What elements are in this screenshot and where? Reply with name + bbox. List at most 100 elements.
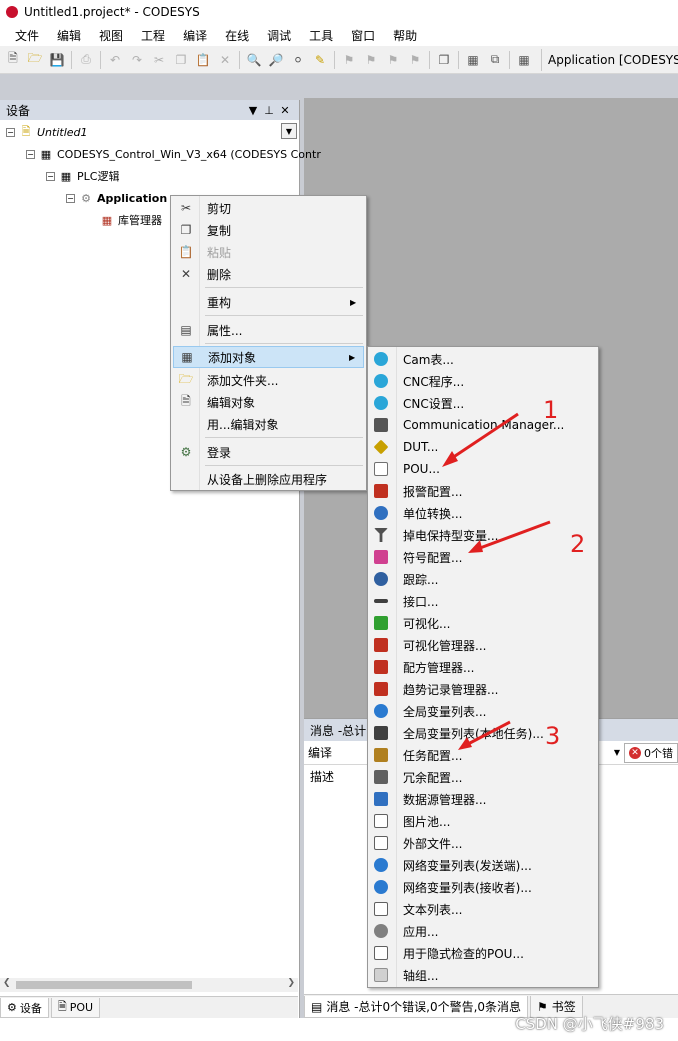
menu-item-refactor[interactable]: 重构 ▶: [173, 291, 364, 313]
menu-item-properties[interactable]: ▤ 属性...: [173, 319, 364, 341]
pin-icon[interactable]: ⊥: [261, 104, 277, 117]
menu-tools[interactable]: 工具: [300, 27, 342, 44]
chevron-down-icon[interactable]: ▼: [614, 748, 620, 757]
submenu-item-cnc-program[interactable]: CNC程序...: [370, 370, 596, 392]
active-application-selector[interactable]: Application [CODESYS: [541, 48, 678, 71]
tab-messages[interactable]: ▤ 消息 -总计0个错误,0个警告,0条消息: [304, 996, 529, 1018]
copy-icon[interactable]: ❐: [172, 51, 190, 69]
collapse-icon[interactable]: −: [46, 171, 55, 181]
menu-window[interactable]: 窗口: [342, 27, 384, 44]
submenu-item-symbol-config[interactable]: 符号配置...: [370, 546, 596, 568]
print-icon[interactable]: ⎙: [77, 51, 95, 69]
bookmark-clear-icon[interactable]: ⚑: [406, 51, 424, 69]
bookmark-prev-icon[interactable]: ⚑: [362, 51, 380, 69]
submenu-item-redundancy[interactable]: 冗余配置...: [370, 766, 596, 788]
tab-devices[interactable]: ⚙ 设备: [0, 998, 49, 1018]
undo-icon[interactable]: ↶: [106, 51, 124, 69]
submenu-item-task-config[interactable]: 任务配置...: [370, 744, 596, 766]
cut-icon[interactable]: ✂: [150, 51, 168, 69]
submenu-item-global-vars-local[interactable]: 全局变量列表(本地任务)...: [370, 722, 596, 744]
add-object-toolbar-icon[interactable]: ▦: [464, 51, 482, 69]
collapse-icon[interactable]: −: [66, 193, 75, 203]
scroll-left-icon[interactable]: ❮: [3, 978, 11, 988]
scrollbar-thumb[interactable]: [16, 981, 192, 989]
tree-node-project[interactable]: − 🗎 Untitled1: [6, 122, 88, 142]
binoculars-icon[interactable]: ⚪: [289, 51, 307, 69]
add-object-submenu: Cam表... CNC程序... CNC设置... Communication …: [367, 346, 599, 988]
open-folder-icon[interactable]: 🗁: [26, 51, 44, 69]
menu-item-paste[interactable]: 📋 粘贴: [173, 241, 364, 263]
submenu-item-global-vars[interactable]: 全局变量列表...: [370, 700, 596, 722]
windows-icon[interactable]: ❐: [435, 51, 453, 69]
submenu-item-alarm-config[interactable]: 报警配置...: [370, 480, 596, 502]
menu-edit[interactable]: 编辑: [48, 27, 90, 44]
menu-item-cut[interactable]: ✂ 剪切: [173, 197, 364, 219]
submenu-item-axis-group[interactable]: 轴组...: [370, 964, 596, 986]
paste-icon[interactable]: 📋: [194, 51, 212, 69]
submenu-item-visu-manager[interactable]: 可视化管理器...: [370, 634, 596, 656]
redo-icon[interactable]: ↷: [128, 51, 146, 69]
submenu-item-communication-manager[interactable]: Communication Manager...: [370, 414, 596, 436]
new-file-icon[interactable]: 🗎: [4, 51, 22, 69]
menu-item-add-object[interactable]: ▦ 添加对象 ▶: [173, 346, 364, 368]
submenu-item-cam-table[interactable]: Cam表...: [370, 348, 596, 370]
tree-node-application[interactable]: − ⚙ Application: [66, 188, 167, 208]
submenu-item-unit-conversion[interactable]: 单位转换...: [370, 502, 596, 524]
close-icon[interactable]: ✕: [277, 104, 293, 117]
replace-icon[interactable]: ✎: [311, 51, 329, 69]
panel-dropdown-icon[interactable]: ▼: [245, 104, 261, 117]
bookmark-next-icon[interactable]: ⚑: [384, 51, 402, 69]
menu-debug[interactable]: 调试: [258, 27, 300, 44]
menu-item-delete[interactable]: ✕ 删除: [173, 263, 364, 285]
tree-node-library-manager[interactable]: ▦ 库管理器: [100, 210, 162, 230]
submenu-item-visualization[interactable]: 可视化...: [370, 612, 596, 634]
submenu-item-recipe-manager[interactable]: 配方管理器...: [370, 656, 596, 678]
tree-node-device[interactable]: − ▦ CODESYS_Control_Win_V3_x64 (CODESYS …: [26, 144, 321, 164]
menu-view[interactable]: 视图: [90, 27, 132, 44]
menu-item-add-folder[interactable]: 🗁 添加文件夹...: [173, 369, 364, 391]
menu-item-edit-object[interactable]: 🗎 编辑对象: [173, 391, 364, 413]
message-category-select[interactable]: 编译: [308, 744, 332, 761]
tree-node-plc-logic[interactable]: − ▦ PLC逻辑: [46, 166, 119, 186]
submenu-item-network-vars-sender[interactable]: 网络变量列表(发送端)...: [370, 854, 596, 876]
submenu-item-pou[interactable]: POU...: [370, 458, 596, 480]
menu-project[interactable]: 工程: [132, 27, 174, 44]
tree-dropdown-button[interactable]: ▼: [281, 123, 297, 139]
menu-item-copy[interactable]: ❐ 复制: [173, 219, 364, 241]
find-icon[interactable]: 🔍: [245, 51, 263, 69]
collapse-icon[interactable]: −: [26, 149, 35, 159]
menu-item-remove-app-from-device[interactable]: 从设备上删除应用程序: [173, 468, 364, 490]
menu-file[interactable]: 文件: [6, 27, 48, 44]
menu-online[interactable]: 在线: [216, 27, 258, 44]
collapse-icon[interactable]: −: [6, 127, 15, 137]
submenu-item-trend-manager[interactable]: 趋势记录管理器...: [370, 678, 596, 700]
tab-pou[interactable]: 🗎 POU: [50, 998, 101, 1018]
submenu-item-interface[interactable]: 接口...: [370, 590, 596, 612]
tab-pou-label: POU: [69, 1001, 94, 1014]
submenu-item-external-file[interactable]: 外部文件...: [370, 832, 596, 854]
delete-icon[interactable]: ✕: [216, 51, 234, 69]
menu-build[interactable]: 编译: [174, 27, 216, 44]
bookmark-icon[interactable]: ⚑: [340, 51, 358, 69]
submenu-item-datasource-manager[interactable]: 数据源管理器...: [370, 788, 596, 810]
submenu-item-application[interactable]: 应用...: [370, 920, 596, 942]
submenu-item-dut[interactable]: DUT...: [370, 436, 596, 458]
calculator-icon[interactable]: ▦: [515, 51, 533, 69]
submenu-item-trace[interactable]: 跟踪...: [370, 568, 596, 590]
submenu-item-text-list[interactable]: 文本列表...: [370, 898, 596, 920]
menu-help[interactable]: 帮助: [384, 27, 426, 44]
find-replace-icon[interactable]: 🔎: [267, 51, 285, 69]
menu-item-login[interactable]: ⚙ 登录: [173, 441, 364, 463]
error-count-badge[interactable]: ✕ 0个错: [624, 742, 678, 763]
gear-icon: ⚙: [81, 191, 91, 205]
menu-item-edit-object-with[interactable]: 用...编辑对象: [173, 413, 364, 435]
submenu-item-cnc-settings[interactable]: CNC设置...: [370, 392, 596, 414]
scroll-right-icon[interactable]: ❯: [287, 978, 295, 988]
submenu-item-implicit-check-pou[interactable]: 用于隐式检查的POU...: [370, 942, 596, 964]
horizontal-scrollbar[interactable]: ❮ ❯: [0, 978, 298, 992]
submenu-item-persistent-vars[interactable]: 掉电保持型变量...: [370, 524, 596, 546]
submenu-item-image-pool[interactable]: 图片池...: [370, 810, 596, 832]
insert-icon[interactable]: ⧉: [486, 51, 504, 69]
save-icon[interactable]: 💾: [48, 51, 66, 69]
submenu-item-network-vars-receiver[interactable]: 网络变量列表(接收者)...: [370, 876, 596, 898]
